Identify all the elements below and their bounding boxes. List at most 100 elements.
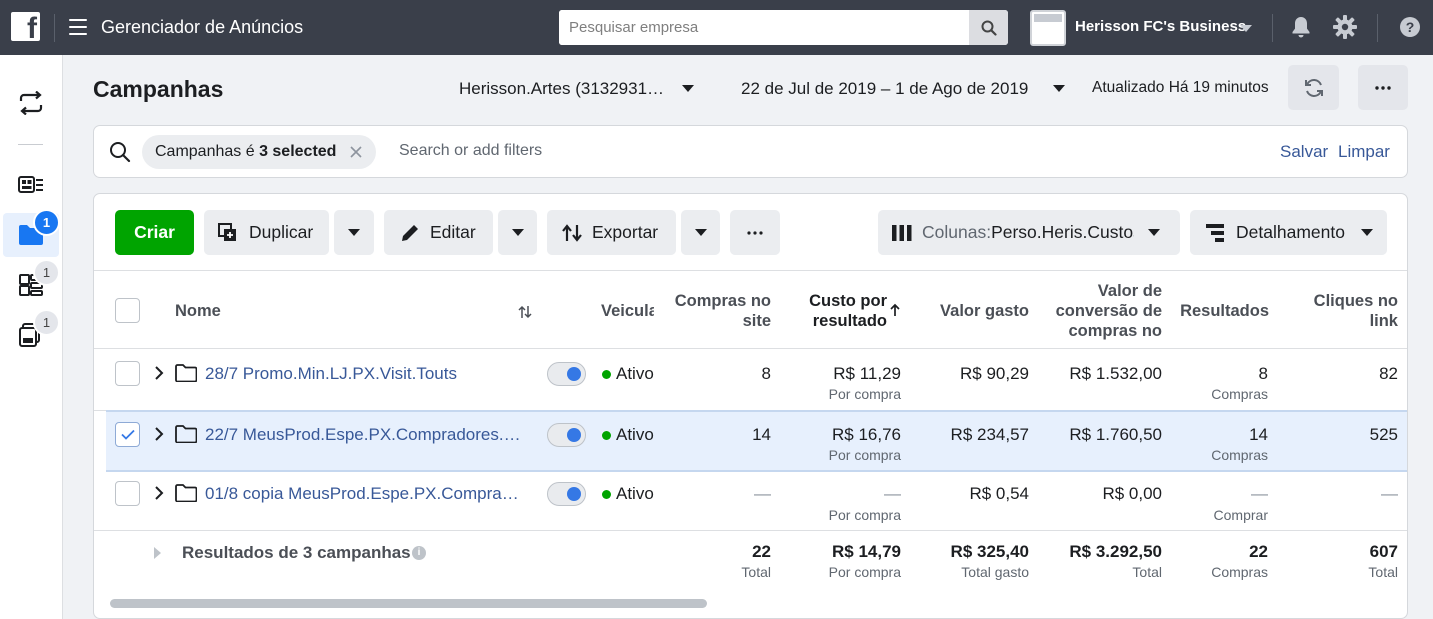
header-line: site — [742, 312, 771, 330]
filter-chip[interactable]: Campanhas é 3 selected — [142, 135, 377, 169]
export-icon — [562, 223, 582, 242]
link-clicks-value: 525 — [1369, 425, 1398, 444]
create-button[interactable]: Criar — [115, 210, 194, 255]
conversion-value: R$ 1.760,50 — [1069, 425, 1162, 444]
chevron-down-icon[interactable] — [1053, 85, 1065, 92]
column-header-results[interactable]: Resultados — [1174, 301, 1269, 321]
clear-filter-link[interactable]: Limpar — [1338, 142, 1390, 162]
more-options-button[interactable] — [1358, 65, 1408, 110]
refresh-button[interactable] — [1288, 65, 1339, 110]
purchases-value: 14 — [752, 425, 771, 444]
export-label: Exportar — [592, 222, 659, 242]
business-search-input[interactable] — [559, 10, 969, 45]
column-header-name[interactable]: Nome — [175, 301, 221, 321]
notification-badge: 1 — [33, 309, 60, 336]
campaign-toggle[interactable] — [547, 482, 586, 506]
business-name[interactable]: Herisson FC's Business — [1075, 18, 1246, 35]
table-header: Nome Veicula Compras no site Custo por r… — [94, 270, 1407, 349]
chevron-right-icon[interactable] — [154, 486, 164, 500]
chevron-down-icon[interactable] — [1240, 25, 1252, 32]
arrow-up-icon[interactable] — [890, 303, 900, 317]
campaign-name-link[interactable]: 22/7 MeusProd.Espe.PX.Compradores.Touts — [205, 425, 525, 445]
column-header-cost-per-result[interactable]: Custo por resultado — [784, 291, 887, 331]
export-dropdown-button[interactable] — [681, 210, 720, 255]
rail-switch-account[interactable] — [3, 81, 59, 125]
columns-selector[interactable]: Colunas: Perso.Heris.Custos — [878, 210, 1180, 255]
table-row[interactable]: 01/8 copia MeusProd.Espe.PX.Compradores … — [94, 472, 1407, 531]
select-all-checkbox[interactable] — [115, 298, 140, 323]
rail-ads[interactable]: 1 — [3, 309, 60, 357]
column-header-purchases[interactable]: Compras no site — [656, 291, 771, 331]
rail-campaigns[interactable]: 1 — [3, 209, 60, 257]
menu-icon[interactable] — [69, 19, 87, 35]
campaign-toggle[interactable] — [547, 423, 586, 447]
notification-badge: 1 — [33, 209, 60, 236]
sort-icon[interactable] — [518, 305, 532, 319]
row-checkbox[interactable] — [115, 361, 140, 386]
total-results-sub: Compras — [1211, 564, 1268, 580]
filter-search-input[interactable]: Search or add filters — [399, 142, 542, 160]
more-actions-button[interactable] — [730, 210, 780, 255]
bell-icon[interactable] — [1288, 14, 1314, 40]
column-header-amount-spent[interactable]: Valor gasto — [904, 301, 1029, 321]
column-header-delivery[interactable]: Veicula — [601, 301, 654, 321]
columns-value: Perso.Heris.Custos — [991, 222, 1135, 242]
close-icon[interactable] — [350, 146, 363, 158]
total-amount-spent: R$ 325,40 — [950, 542, 1029, 561]
chevron-right-icon[interactable] — [154, 427, 164, 441]
total-cost-per-result-sub: Por compra — [828, 564, 901, 580]
edit-button[interactable]: Editar — [384, 210, 493, 255]
info-icon[interactable]: i — [412, 546, 426, 560]
results-sub: Comprar — [1213, 507, 1268, 523]
duplicate-button[interactable]: Duplicar — [204, 210, 329, 255]
purchases-value: 8 — [761, 364, 771, 383]
divider — [18, 144, 43, 145]
breakdown-selector[interactable]: Detalhamento — [1190, 210, 1387, 255]
row-checkbox[interactable] — [115, 481, 140, 506]
campaign-name-link[interactable]: 01/8 copia MeusProd.Espe.PX.Compradores — [205, 484, 523, 504]
column-header-link-clicks[interactable]: Cliques no link — [1284, 291, 1398, 331]
notification-badge: 1 — [33, 259, 60, 286]
edit-dropdown-button[interactable] — [498, 210, 537, 255]
last-updated-text: Atualizado Há 19 minutos — [1092, 79, 1269, 96]
table-row[interactable]: 28/7 Promo.Min.LJ.PX.Visit.Touts Ativo 8… — [94, 349, 1407, 411]
duplicate-dropdown-button[interactable] — [334, 210, 374, 255]
search-button[interactable] — [969, 10, 1008, 45]
cost-per-result-value: R$ 11,29 — [833, 364, 901, 383]
table-row[interactable]: 22/7 MeusProd.Espe.PX.Compradores.Touts … — [106, 410, 1407, 472]
duplicate-icon — [218, 222, 236, 241]
campaign-name-link[interactable]: 28/7 Promo.Min.LJ.PX.Visit.Touts — [205, 364, 525, 384]
chevron-down-icon[interactable] — [682, 85, 694, 92]
checkmark-icon — [121, 429, 135, 440]
chevron-right-icon[interactable] — [154, 366, 164, 380]
save-filter-link[interactable]: Salvar — [1280, 142, 1328, 162]
status-active-icon — [602, 431, 611, 440]
account-selector[interactable]: Herisson.Artes (3132931… — [459, 79, 664, 99]
rail-ad-sets[interactable]: 1 — [3, 259, 60, 307]
business-avatar[interactable] — [1030, 10, 1066, 46]
results-value: 8 — [1258, 364, 1268, 383]
column-header-conversion-value[interactable]: Valor de conversão de compras no — [1034, 281, 1162, 341]
edit-label: Editar — [430, 222, 476, 242]
folder-icon — [175, 425, 197, 443]
total-conversion-value-sub: Total — [1132, 564, 1162, 580]
gear-icon[interactable] — [1332, 14, 1358, 40]
filter-chip-value: 3 selected — [259, 143, 337, 160]
facebook-logo-icon[interactable]: f — [11, 12, 40, 41]
header-line: resultado — [812, 312, 887, 330]
total-results: 22 — [1249, 542, 1268, 561]
rail-account-overview[interactable] — [3, 163, 59, 207]
conversion-value: R$ 1.532,00 — [1069, 364, 1162, 383]
row-checkbox-checked[interactable] — [115, 422, 140, 447]
campaign-toggle[interactable] — [547, 362, 586, 386]
search-icon — [109, 141, 131, 166]
help-icon[interactable]: ? — [1397, 14, 1423, 40]
amount-spent-value: R$ 0,54 — [969, 484, 1029, 503]
horizontal-scrollbar[interactable] — [110, 599, 707, 608]
export-button[interactable]: Exportar — [547, 210, 676, 255]
ellipsis-icon — [1375, 85, 1391, 90]
divider — [1272, 14, 1273, 42]
date-range-picker[interactable]: 22 de Jul de 2019 – 1 de Ago de 2019 — [741, 79, 1028, 99]
total-cost-per-result: R$ 14,79 — [832, 542, 901, 561]
business-search — [559, 10, 1008, 45]
